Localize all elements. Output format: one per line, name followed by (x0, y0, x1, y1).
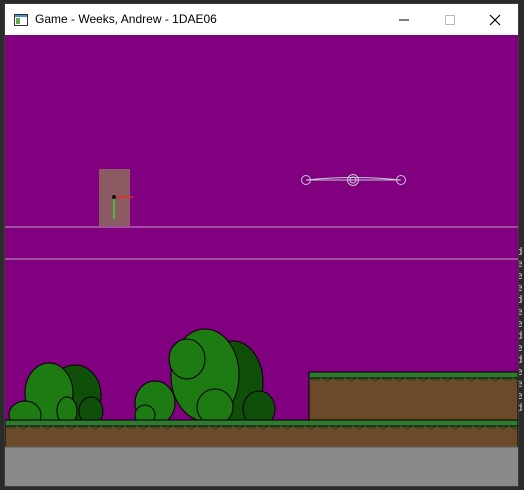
bush-left (8, 362, 104, 430)
game-window[interactable]: Game - Weeks, Andrew - 1DAE06 (5, 4, 518, 486)
player-sprite (99, 169, 133, 226)
minimize-button[interactable] (381, 4, 427, 35)
window-app-icon (14, 13, 28, 26)
close-icon (489, 14, 501, 26)
game-canvas[interactable] (5, 35, 518, 486)
minimize-icon (399, 19, 409, 21)
close-button[interactable] (472, 4, 518, 35)
raised-ground-platform (308, 371, 518, 426)
maximize-button[interactable] (427, 4, 473, 35)
bush-middle (134, 328, 276, 428)
ground-floor (5, 419, 518, 486)
maximize-icon (445, 15, 455, 25)
window-title: Game - Weeks, Andrew - 1DAE06 (35, 12, 217, 26)
title-bar[interactable]: Game - Weeks, Andrew - 1DAE06 (5, 4, 518, 35)
moving-platform-path (301, 174, 406, 186)
